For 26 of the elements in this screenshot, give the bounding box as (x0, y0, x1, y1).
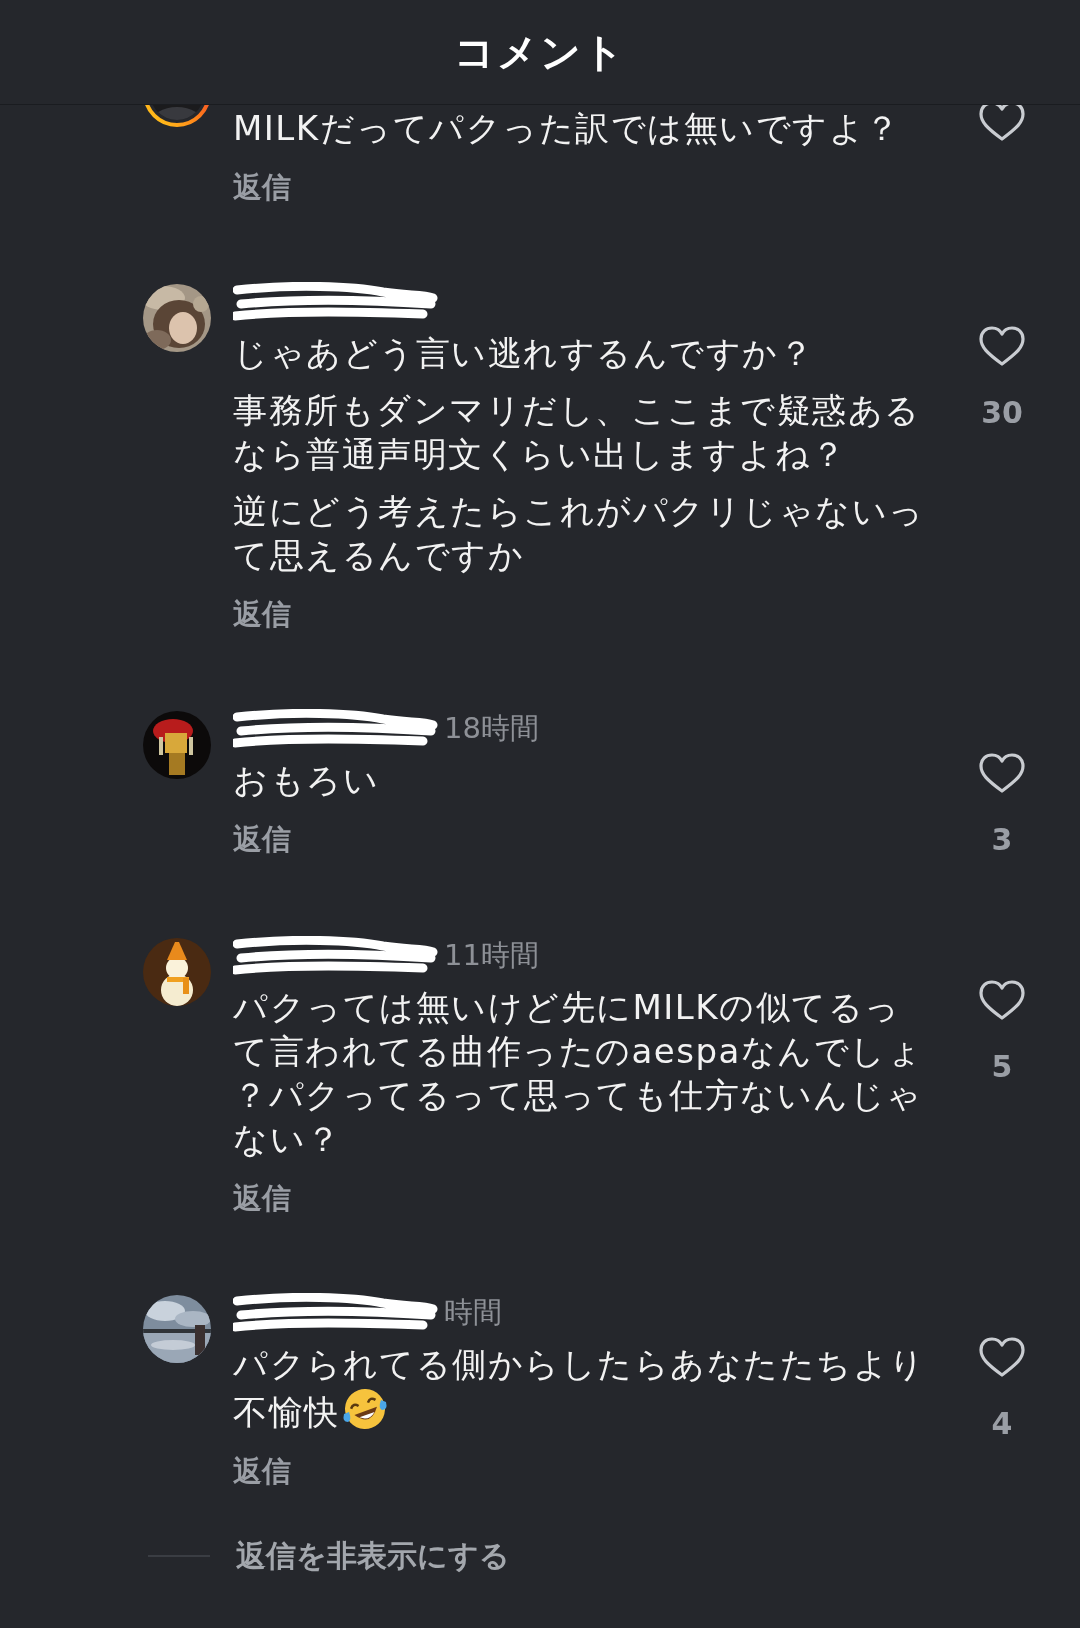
comment-text: おもろい (233, 760, 379, 800)
heart-icon[interactable] (979, 1336, 1025, 1378)
like-count: 30 (981, 395, 1023, 431)
hide-replies-button[interactable]: 返信を非表示にする (236, 1535, 510, 1577)
reply-button[interactable]: 返信 (233, 1452, 291, 1488)
comment-text: パクられてる側からしたらあなたたちより不愉快 (233, 1344, 926, 1432)
reply-button[interactable]: 返信 (233, 820, 291, 856)
comment-time: 18時間 (444, 710, 539, 747)
reply-button[interactable]: 返信 (233, 168, 291, 204)
reply-button[interactable]: 返信 (233, 1179, 291, 1215)
header-title: コメント (454, 27, 626, 77)
like-count: 4 (991, 1406, 1013, 1442)
comment-text: 事務所もダンマリだし、ここまで疑惑あるなら普通声明文くらい出しますよね？ (233, 390, 921, 474)
comment-text: じゃあどう言い逃れするんですか？ (233, 333, 814, 373)
comment-text: 逆にどう考えたらこれがパクリじゃないって思えるんですか (233, 491, 925, 575)
comment-time: 11時間 (444, 937, 539, 974)
comment-text: パクっては無いけど先にMILKの似てるって言われてる曲作ったのaespaなんでしょ？パクってるって思っても仕方ないんじゃない？ (233, 987, 924, 1159)
heart-icon[interactable] (979, 105, 1025, 142)
comment-text: MILKだってパクった訳では無いですよ？ (233, 108, 901, 148)
like-count: 5 (991, 1049, 1013, 1085)
heart-icon[interactable] (979, 325, 1025, 367)
reply-button[interactable]: 返信 (233, 595, 291, 631)
heart-icon[interactable] (979, 979, 1025, 1021)
like-count: 3 (991, 822, 1013, 858)
heart-icon[interactable] (979, 752, 1025, 794)
comment-time: 時間 (444, 1294, 502, 1331)
